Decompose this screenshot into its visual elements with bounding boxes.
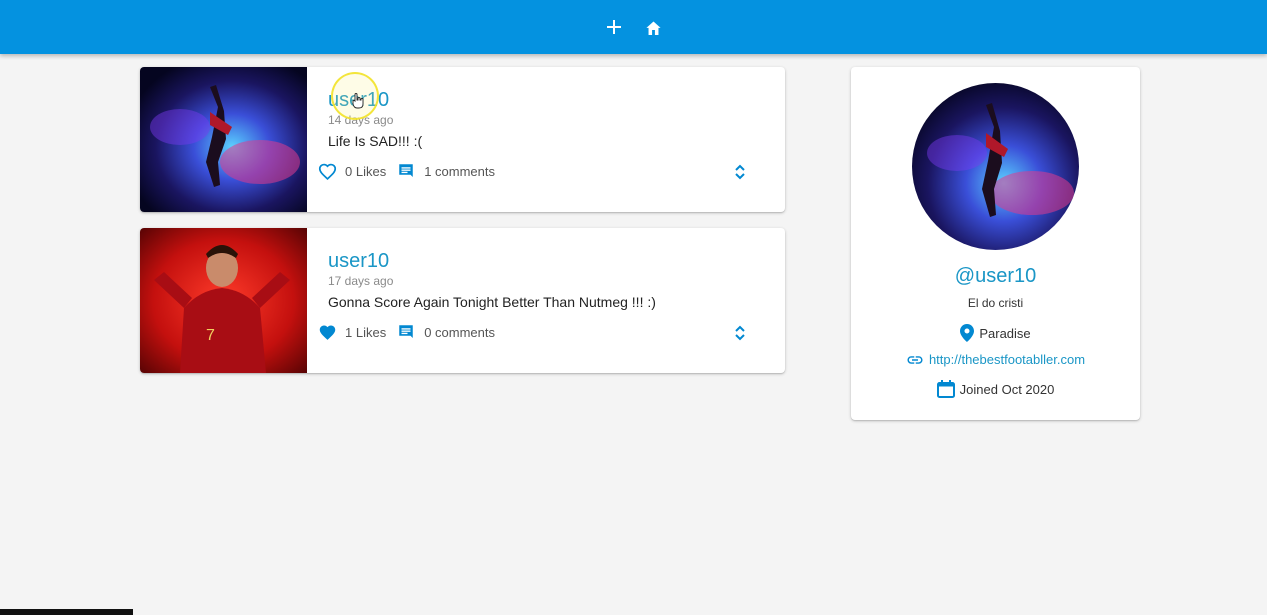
calendar-icon xyxy=(936,380,955,398)
profile-location: Paradise xyxy=(851,324,1140,342)
post-actions: 1 Likes 0 comments xyxy=(317,322,495,342)
comments-button[interactable] xyxy=(396,322,416,342)
post-date: 14 days ago xyxy=(328,113,394,127)
profile-handle[interactable]: @user10 xyxy=(955,264,1036,288)
add-post-button[interactable] xyxy=(605,18,623,36)
website-link[interactable]: http://thebestfootabller.com xyxy=(929,352,1085,367)
unfold-more-icon xyxy=(735,164,745,180)
comment-icon xyxy=(399,164,413,177)
like-button[interactable] xyxy=(317,322,337,342)
unfold-more-icon xyxy=(735,325,745,341)
post-image[interactable]: 7 xyxy=(140,228,307,373)
heart-outline-icon xyxy=(318,163,336,180)
comments-count: 0 comments xyxy=(424,324,496,340)
taskbar-edge xyxy=(0,609,133,615)
profile-bio: El do cristi xyxy=(967,296,1024,310)
post-body: user10 17 days ago Gonna Score Again Ton… xyxy=(307,228,785,373)
heart-filled-icon xyxy=(319,325,335,340)
jersey-number-graphic: 7 xyxy=(206,327,215,344)
link-icon xyxy=(907,355,923,364)
profile-joined: Joined Oct 2020 xyxy=(851,380,1140,398)
plus-icon xyxy=(606,20,621,34)
avatar xyxy=(912,83,1079,250)
home-button[interactable] xyxy=(645,18,663,36)
home-icon xyxy=(646,20,661,35)
location-pin-icon xyxy=(960,324,975,342)
post-username[interactable]: user10 xyxy=(328,250,389,272)
expand-post-button[interactable] xyxy=(731,161,749,183)
like-button[interactable] xyxy=(317,161,337,181)
comments-button[interactable] xyxy=(396,161,416,181)
post-image[interactable] xyxy=(140,67,307,212)
comments-count: 1 comments xyxy=(424,163,496,179)
post-body: user10 14 days ago Life Is SAD!!! :( xyxy=(307,67,785,212)
joined-text: Joined Oct 2020 xyxy=(959,381,1055,397)
post-actions: 0 Likes 1 comments xyxy=(317,161,495,181)
app-bar xyxy=(0,0,1267,54)
post-date: 17 days ago xyxy=(328,274,394,288)
likes-count: 0 Likes xyxy=(345,163,387,179)
profile-card: @user10 El do cristi Paradise http://the… xyxy=(851,67,1140,420)
location-text: Paradise xyxy=(979,325,1031,341)
hand-cursor-icon xyxy=(352,93,364,109)
profile-website: http://thebestfootabller.com xyxy=(851,352,1140,367)
post-text: Gonna Score Again Tonight Better Than Nu… xyxy=(328,294,656,310)
post-text: Life Is SAD!!! :( xyxy=(328,133,423,149)
post-card: 7 user10 17 days ago Gonna Score Again T… xyxy=(140,228,785,373)
likes-count: 1 Likes xyxy=(345,324,387,340)
avatar-image xyxy=(912,83,1079,250)
expand-post-button[interactable] xyxy=(731,322,749,344)
post-card: user10 14 days ago Life Is SAD!!! :( 0 L… xyxy=(140,67,785,212)
comment-icon xyxy=(399,325,413,338)
